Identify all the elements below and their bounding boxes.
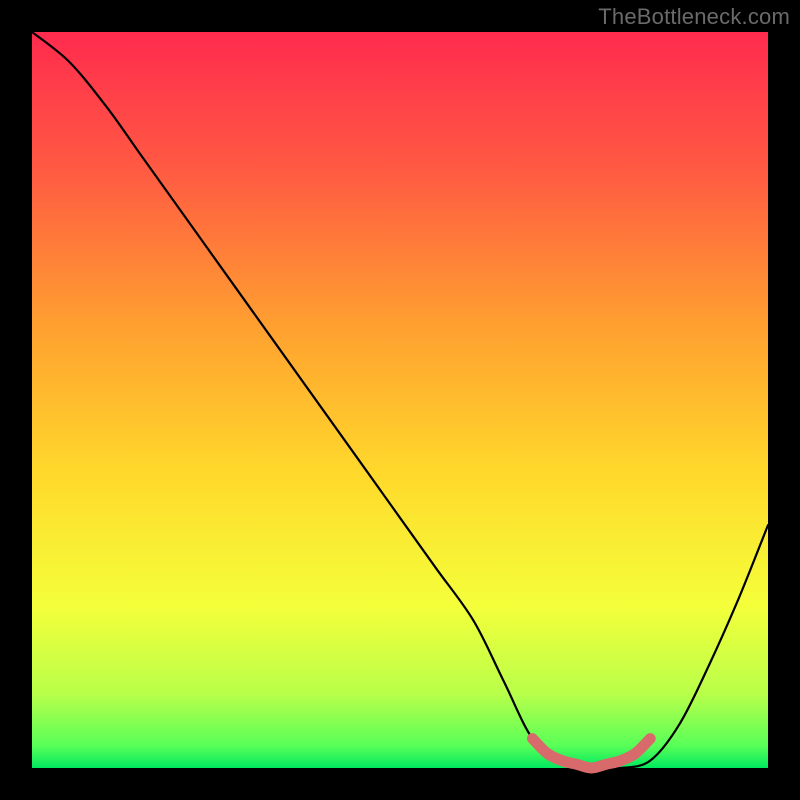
bottleneck-chart (0, 0, 800, 800)
watermark-text: TheBottleneck.com (598, 4, 790, 30)
plot-background (32, 32, 768, 768)
chart-container: TheBottleneck.com (0, 0, 800, 800)
